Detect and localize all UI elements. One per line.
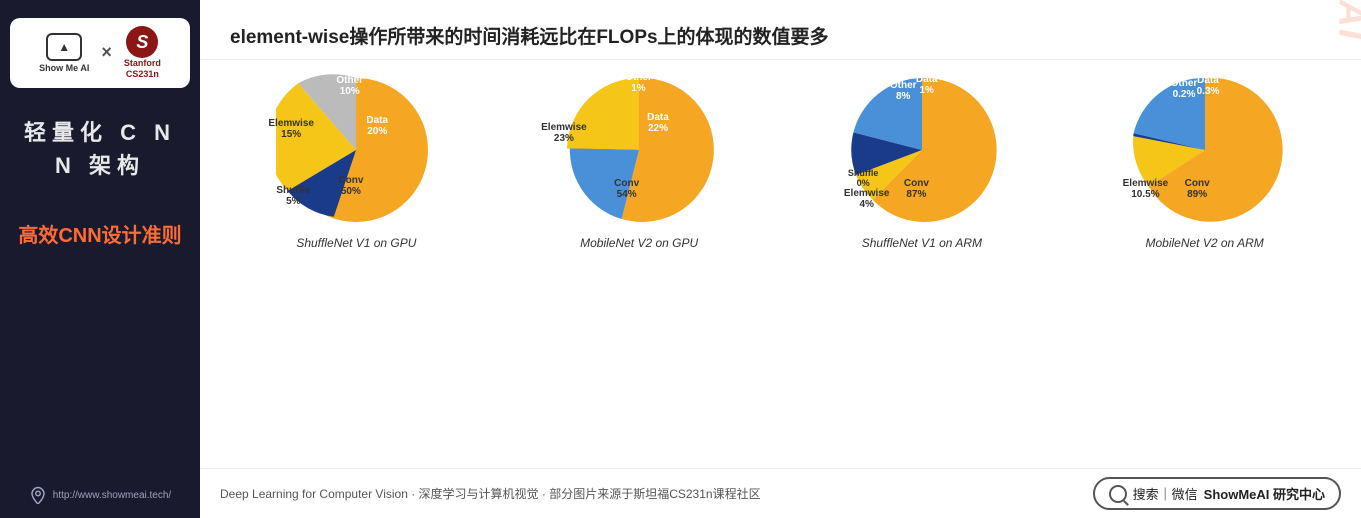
search-icon [1109,485,1127,503]
chart-label-4: MobileNet V2 on ARM [1145,236,1263,250]
search-box[interactable]: 搜索｜微信 ShowMeAI 研究中心 [1093,477,1341,510]
data-label-1: Data20% [366,115,388,137]
conv-label-4: Conv89% [1185,178,1210,200]
other-label-4: Other0.2% [1171,78,1198,100]
chart-shufflenet-v1-arm: Conv87% Data1% Other8% Elemwise4% Shuffl… [786,70,1059,250]
pie-shufflenet-v1-arm: Conv87% Data1% Other8% Elemwise4% Shuffl… [842,70,1002,230]
logo-area: Show Me AI × S StanfordCS231n [10,18,190,88]
shuffle-label-3: Shuffle0% [848,168,879,188]
elemwise-label-1: Elemwise15% [268,118,314,140]
pie-shufflenet-v1-gpu: Conv50% Data20% Other10% Elemwise15% Shu… [276,70,436,230]
sidebar-title: 轻量化 C N N 架构 [10,116,190,182]
chart-label-2: MobileNet V2 on GPU [580,236,698,250]
main-content: element-wise操作所带来的时间消耗远比在FLOPs上的体现的数值要多 … [200,0,1361,518]
footer-url: http://www.showmeai.tech/ [53,490,171,501]
data-label-3: Data1% [916,74,938,96]
main-header: element-wise操作所带来的时间消耗远比在FLOPs上的体现的数值要多 [200,0,1361,60]
elemwise-label-4: Elemwise10.5% [1123,178,1169,200]
elemwise-label-3: Elemwise4% [844,188,890,210]
nav-icon [29,486,47,504]
conv-label-2: Conv54% [614,178,639,200]
data-label-2: Data22% [647,112,669,134]
chart-mobilenet-v2-arm: Conv89% Data0.3% Other0.2% Elemwise10.5%… [1068,70,1341,250]
shuffle-label-1: Shuffle5% [276,185,310,207]
sidebar: Show Me AI × S StanfordCS231n 轻量化 C N N … [0,0,200,518]
pie-mobilenet-v2-gpu: Conv54% Data22% Other1% Elemwise23% [559,70,719,230]
stanford-s-icon: S [126,26,158,58]
elemwise-label-2: Elemwise23% [541,122,587,144]
chart-shufflenet-v1-gpu: Conv50% Data20% Other10% Elemwise15% Shu… [220,70,493,250]
other-label-3: Other8% [890,80,917,102]
chart-label-1: ShuffleNet V1 on GPU [296,236,416,250]
bottom-left-text: Deep Learning for Computer Vision · 深度学习… [220,485,761,502]
pie-mobilenet-v2-arm: Conv89% Data0.3% Other0.2% Elemwise10.5% [1125,70,1285,230]
search-label: 搜索｜微信 [1133,484,1198,503]
chart-label-3: ShuffleNet V1 on ARM [862,236,982,250]
sidebar-subtitle: 高效CNN设计准则 [18,222,181,250]
stanford-text: StanfordCS231n [124,58,161,80]
conv-label-3: Conv87% [904,178,929,200]
data-label-4: Data0.3% [1197,75,1220,97]
other-label-1: Other10% [336,75,363,97]
sidebar-footer[interactable]: http://www.showmeai.tech/ [29,486,171,504]
chart-mobilenet-v2-gpu: Conv54% Data22% Other1% Elemwise23% Mobi… [503,70,776,250]
showmeai-icon [46,33,82,61]
showmeai-text: Show Me AI [39,63,89,73]
cross-symbol: × [101,42,112,63]
stanford-logo: S StanfordCS231n [124,26,161,80]
charts-area: Conv50% Data20% Other10% Elemwise15% Shu… [200,60,1361,468]
other-label-2: Other1% [625,72,652,94]
conv-label-1: Conv50% [338,175,363,197]
showmeai-logo: Show Me AI [39,33,89,73]
bottom-bar: Deep Learning for Computer Vision · 深度学习… [200,468,1361,518]
search-brand: ShowMeAI 研究中心 [1204,484,1325,503]
